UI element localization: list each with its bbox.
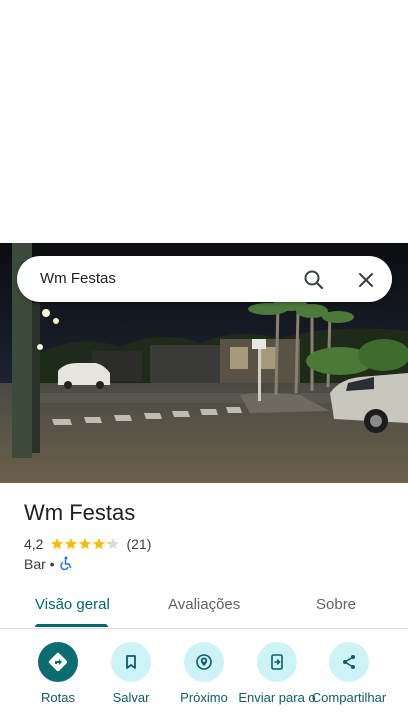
- send-to-phone-icon: [257, 642, 297, 682]
- star-icon: [107, 538, 120, 550]
- place-title: Wm Festas: [24, 500, 136, 525]
- category-row: Bar •: [24, 556, 73, 572]
- star-icon: [79, 538, 92, 550]
- tab-about[interactable]: Sobre: [316, 596, 356, 613]
- save-label: Salvar: [112, 690, 150, 705]
- wheelchair-icon: [59, 556, 73, 573]
- nearby-icon: [184, 642, 224, 682]
- bookmark-icon: [111, 642, 151, 682]
- nearby-label: Próximo: [180, 690, 228, 705]
- review-count[interactable]: (21): [126, 536, 151, 552]
- share-button[interactable]: Compartilhar: [309, 642, 389, 704]
- rating-row[interactable]: 4,2 (21): [24, 536, 151, 552]
- send-to-phone-button[interactable]: Enviar para o: [237, 642, 317, 704]
- search-icon[interactable]: [300, 266, 328, 294]
- tab-indicator: [35, 624, 108, 627]
- search-bar[interactable]: Wm Festas: [17, 256, 392, 302]
- tab-overview[interactable]: Visão geral: [35, 596, 110, 613]
- tab-bar: Visão geral Avaliações Sobre: [0, 586, 408, 629]
- star-icon: [65, 538, 78, 550]
- close-icon[interactable]: [352, 266, 380, 294]
- place-category: Bar: [24, 556, 46, 572]
- star-icon: [51, 538, 64, 550]
- directions-icon: [38, 642, 78, 682]
- directions-button[interactable]: Rotas: [18, 642, 98, 704]
- tab-reviews[interactable]: Avaliações: [168, 596, 240, 613]
- separator: •: [49, 556, 55, 572]
- send-to-phone-label: Enviar para o: [238, 690, 316, 705]
- star-icon: [93, 538, 106, 550]
- share-label: Compartilhar: [311, 690, 387, 705]
- rating-value: 4,2: [24, 536, 44, 552]
- directions-label: Rotas: [41, 690, 75, 705]
- search-input[interactable]: Wm Festas: [40, 270, 116, 287]
- star-icons: [51, 538, 120, 550]
- save-button[interactable]: Salvar: [91, 642, 171, 704]
- rating-stars: [50, 537, 120, 551]
- share-icon: [329, 642, 369, 682]
- nearby-button[interactable]: Próximo: [164, 642, 244, 704]
